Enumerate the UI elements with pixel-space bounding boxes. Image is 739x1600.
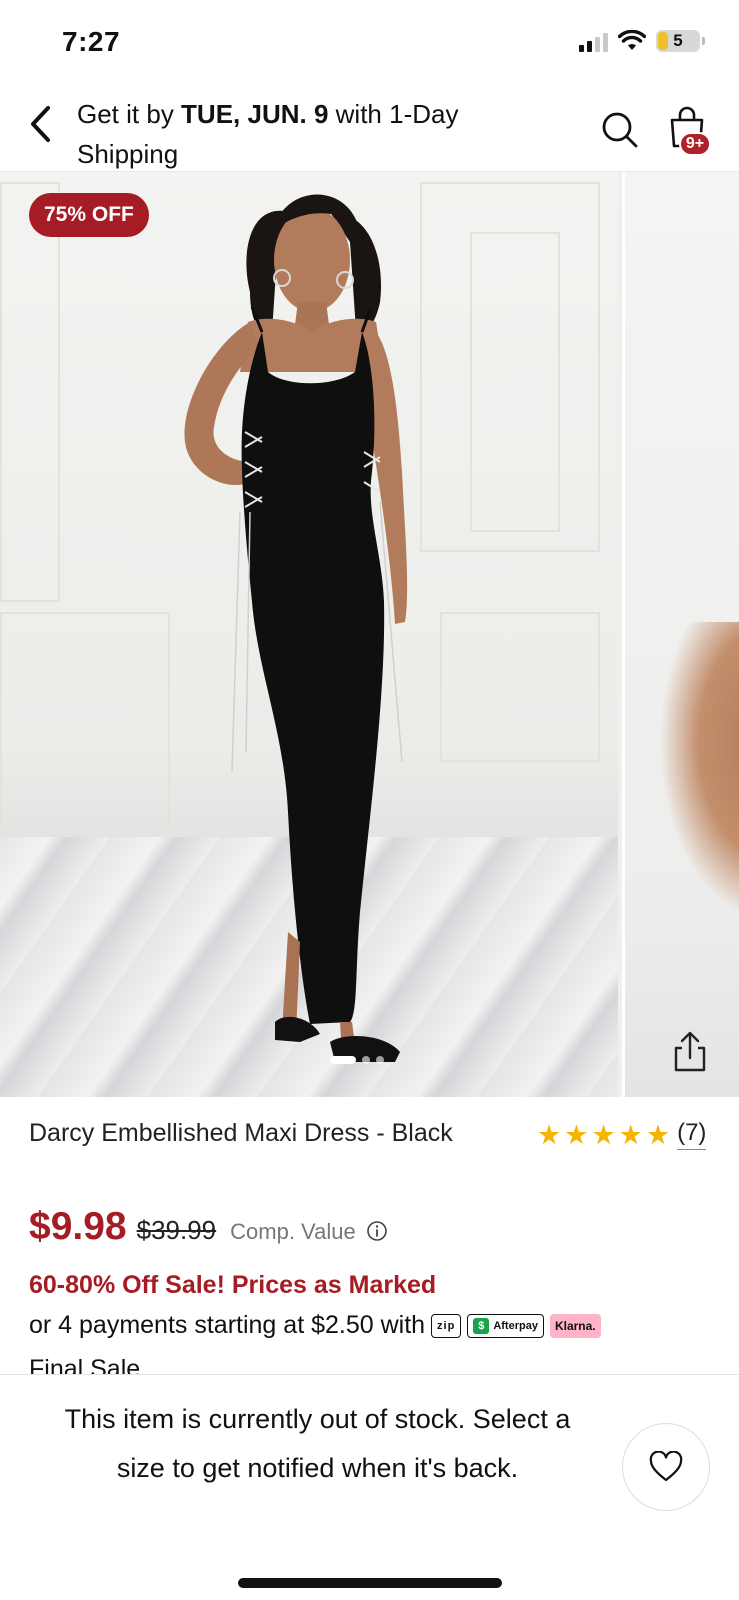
signal-icon bbox=[579, 30, 608, 52]
klarna-logo[interactable]: Klarna. bbox=[549, 1313, 601, 1338]
product-title: Darcy Embellished Maxi Dress - Black bbox=[29, 1119, 453, 1147]
star-icon: ★ bbox=[645, 1119, 671, 1150]
home-indicator[interactable] bbox=[238, 1578, 502, 1588]
search-icon[interactable] bbox=[600, 110, 640, 150]
battery-level: 5 bbox=[673, 31, 683, 50]
sale-price: $9.98 bbox=[29, 1205, 127, 1248]
installment-payments: or 4 payments starting at $2.50 with zip… bbox=[29, 1311, 601, 1340]
shipping-prefix: Get it by bbox=[77, 99, 182, 129]
nav-header: Get it by TUE, JUN. 9 with 1-Day Shippin… bbox=[0, 88, 739, 172]
sale-message: 60-80% Off Sale! Prices as Marked bbox=[29, 1271, 437, 1299]
star-icon: ★ bbox=[537, 1119, 562, 1150]
product-image-next[interactable] bbox=[622, 172, 739, 1097]
afterpay-icon: $ bbox=[473, 1317, 490, 1334]
cart-count-badge: 9+ bbox=[679, 132, 711, 156]
status-time: 7:27 bbox=[62, 26, 121, 57]
afterpay-label: Afterpay bbox=[493, 1319, 538, 1332]
star-icon: ★ bbox=[564, 1119, 589, 1150]
payments-text: or 4 payments starting at $2.50 with bbox=[29, 1311, 426, 1339]
back-chevron-icon bbox=[31, 106, 50, 142]
star-icon: ★ bbox=[618, 1119, 643, 1150]
shipping-date: TUE, JUN. 9 bbox=[181, 99, 329, 129]
shipping-estimate: Get it by TUE, JUN. 9 with 1-Day Shippin… bbox=[77, 94, 557, 174]
wishlist-button[interactable] bbox=[622, 1423, 710, 1511]
price-row: $9.98 $39.99 Comp. Value bbox=[29, 1205, 388, 1249]
carousel-indicator bbox=[330, 1056, 384, 1064]
carousel-dot[interactable] bbox=[362, 1056, 370, 1064]
product-image-main[interactable] bbox=[0, 172, 618, 1097]
zip-logo[interactable]: zip bbox=[431, 1313, 462, 1338]
product-info: Darcy Embellished Maxi Dress - Black ★ ★… bbox=[0, 1097, 739, 1377]
carousel-dot[interactable] bbox=[376, 1056, 384, 1064]
product-image-carousel[interactable]: 75% OFF bbox=[0, 172, 739, 1097]
share-icon[interactable] bbox=[668, 1030, 712, 1074]
out-of-stock-message: This item is currently out of stock. Sel… bbox=[64, 1404, 571, 1483]
comp-value-label: Comp. Value bbox=[230, 1219, 356, 1244]
heart-icon bbox=[649, 1451, 683, 1482]
afterpay-logo[interactable]: $ Afterpay bbox=[467, 1313, 544, 1338]
wifi-icon bbox=[618, 30, 646, 50]
original-price: $39.99 bbox=[136, 1215, 217, 1245]
model-figure bbox=[184, 194, 408, 1062]
carousel-dot-active[interactable] bbox=[330, 1056, 356, 1064]
battery-icon: 5 bbox=[656, 30, 700, 52]
status-icons: 5 bbox=[579, 30, 705, 52]
bottom-action-bar: This item is currently out of stock. Sel… bbox=[0, 1374, 739, 1600]
back-button[interactable] bbox=[20, 102, 60, 146]
star-icon: ★ bbox=[591, 1119, 616, 1150]
info-icon[interactable] bbox=[366, 1220, 388, 1242]
status-bar: 7:27 5 bbox=[0, 0, 739, 88]
discount-badge: 75% OFF bbox=[29, 193, 149, 237]
product-rating[interactable]: ★ ★ ★ ★ ★ (7) bbox=[537, 1119, 707, 1150]
review-count-link[interactable]: (7) bbox=[677, 1119, 707, 1150]
